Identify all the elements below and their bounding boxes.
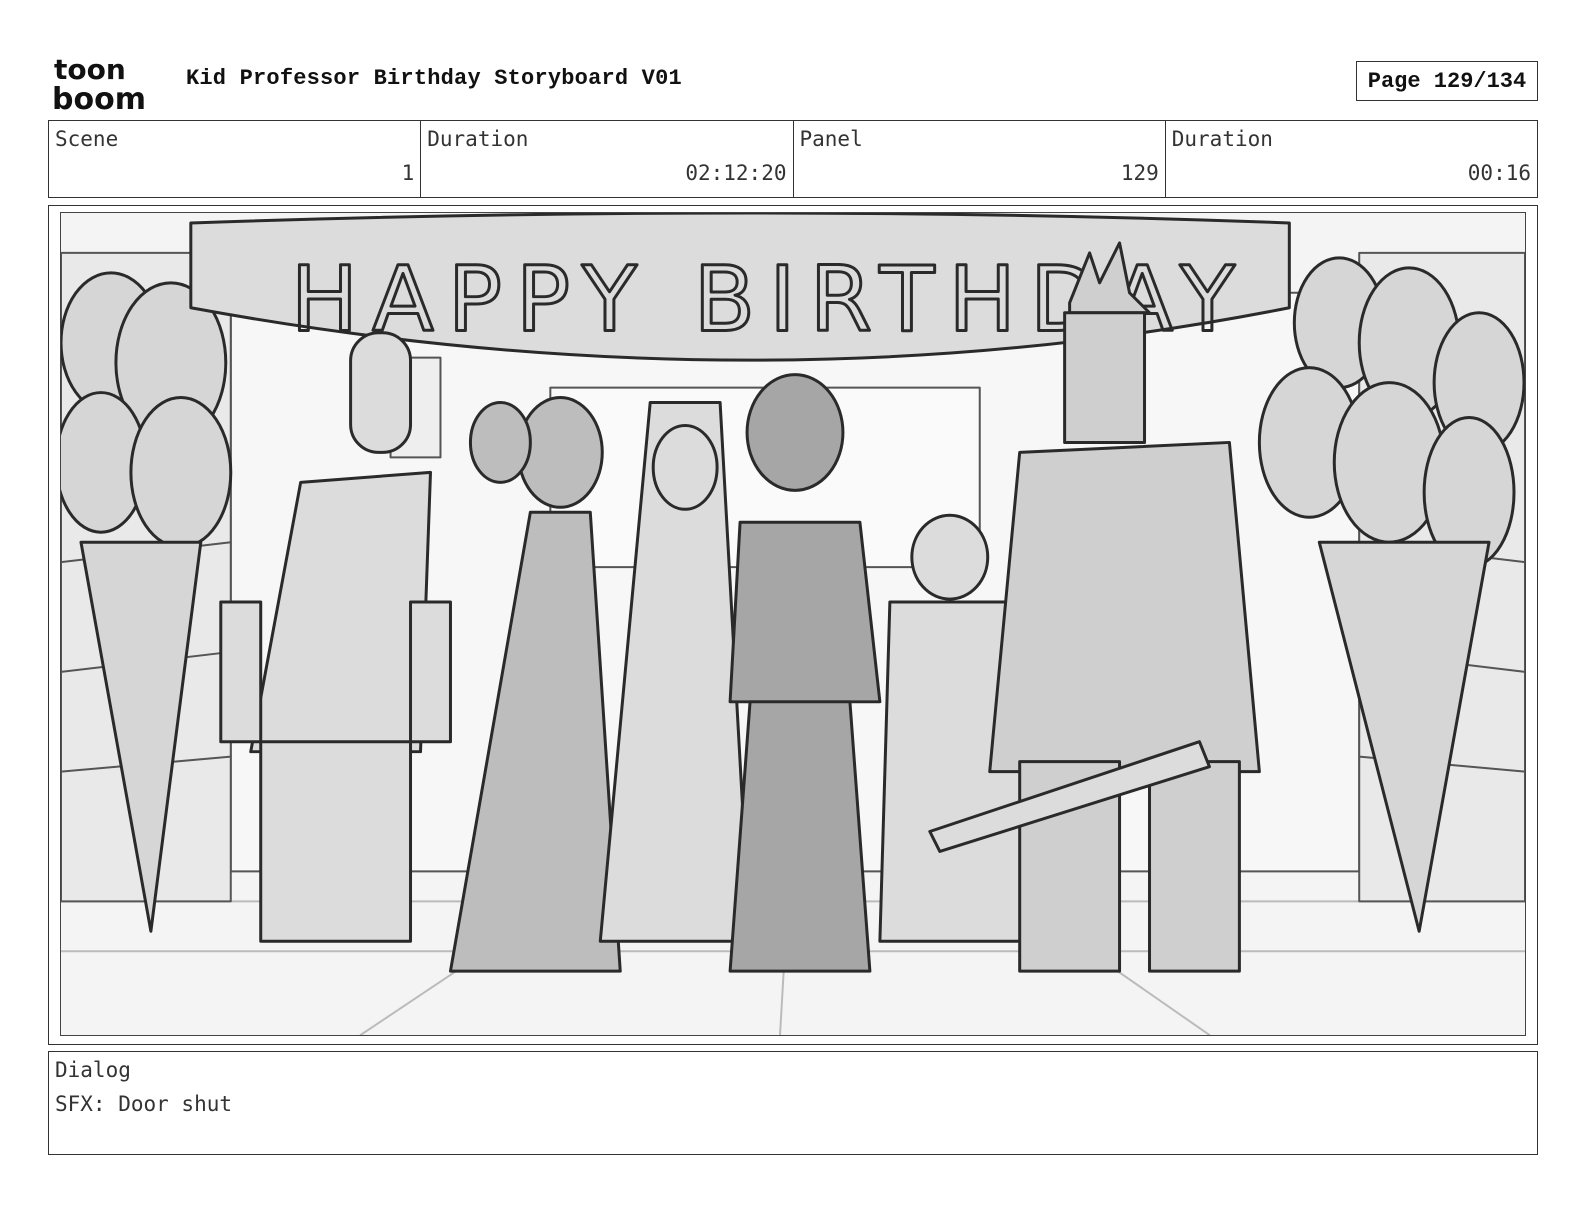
scene-duration-cell: Duration 02:12:20 xyxy=(421,121,794,197)
panel-value: 129 xyxy=(1120,161,1159,185)
panel-duration-cell: Duration 00:16 xyxy=(1166,121,1537,197)
dialog-label: Dialog xyxy=(55,1058,131,1082)
toonboom-logo: toon boom xyxy=(52,53,146,112)
panel-duration-label: Duration xyxy=(1171,127,1273,151)
dialog-box: Dialog SFX: Door shut xyxy=(48,1051,1538,1155)
panel-label: Panel xyxy=(799,127,863,151)
page-indicator: Page 129/134 xyxy=(1356,61,1538,101)
scene-duration-label: Duration xyxy=(427,127,529,151)
storyboard-panel: HAPPY BIRTHDAY xyxy=(60,212,1526,1036)
scene-cell: Scene 1 xyxy=(49,121,422,197)
scene-duration-value: 02:12:20 xyxy=(685,161,787,185)
storyboard-panel-frame: HAPPY BIRTHDAY xyxy=(48,205,1538,1045)
scene-info-row: Scene 1 Duration 02:12:20 Panel 129 Dura… xyxy=(48,120,1538,198)
document-title: Kid Professor Birthday Storyboard V01 xyxy=(186,66,682,91)
storyboard-sketch: HAPPY BIRTHDAY xyxy=(61,213,1525,1035)
scene-value: 1 xyxy=(401,161,415,185)
scene-label: Scene xyxy=(55,127,119,151)
panel-cell: Panel 129 xyxy=(794,121,1166,197)
dialog-text: SFX: Door shut xyxy=(55,1092,233,1116)
logo-bottom-text: boom xyxy=(52,82,146,112)
panel-duration-value: 00:16 xyxy=(1467,161,1531,185)
